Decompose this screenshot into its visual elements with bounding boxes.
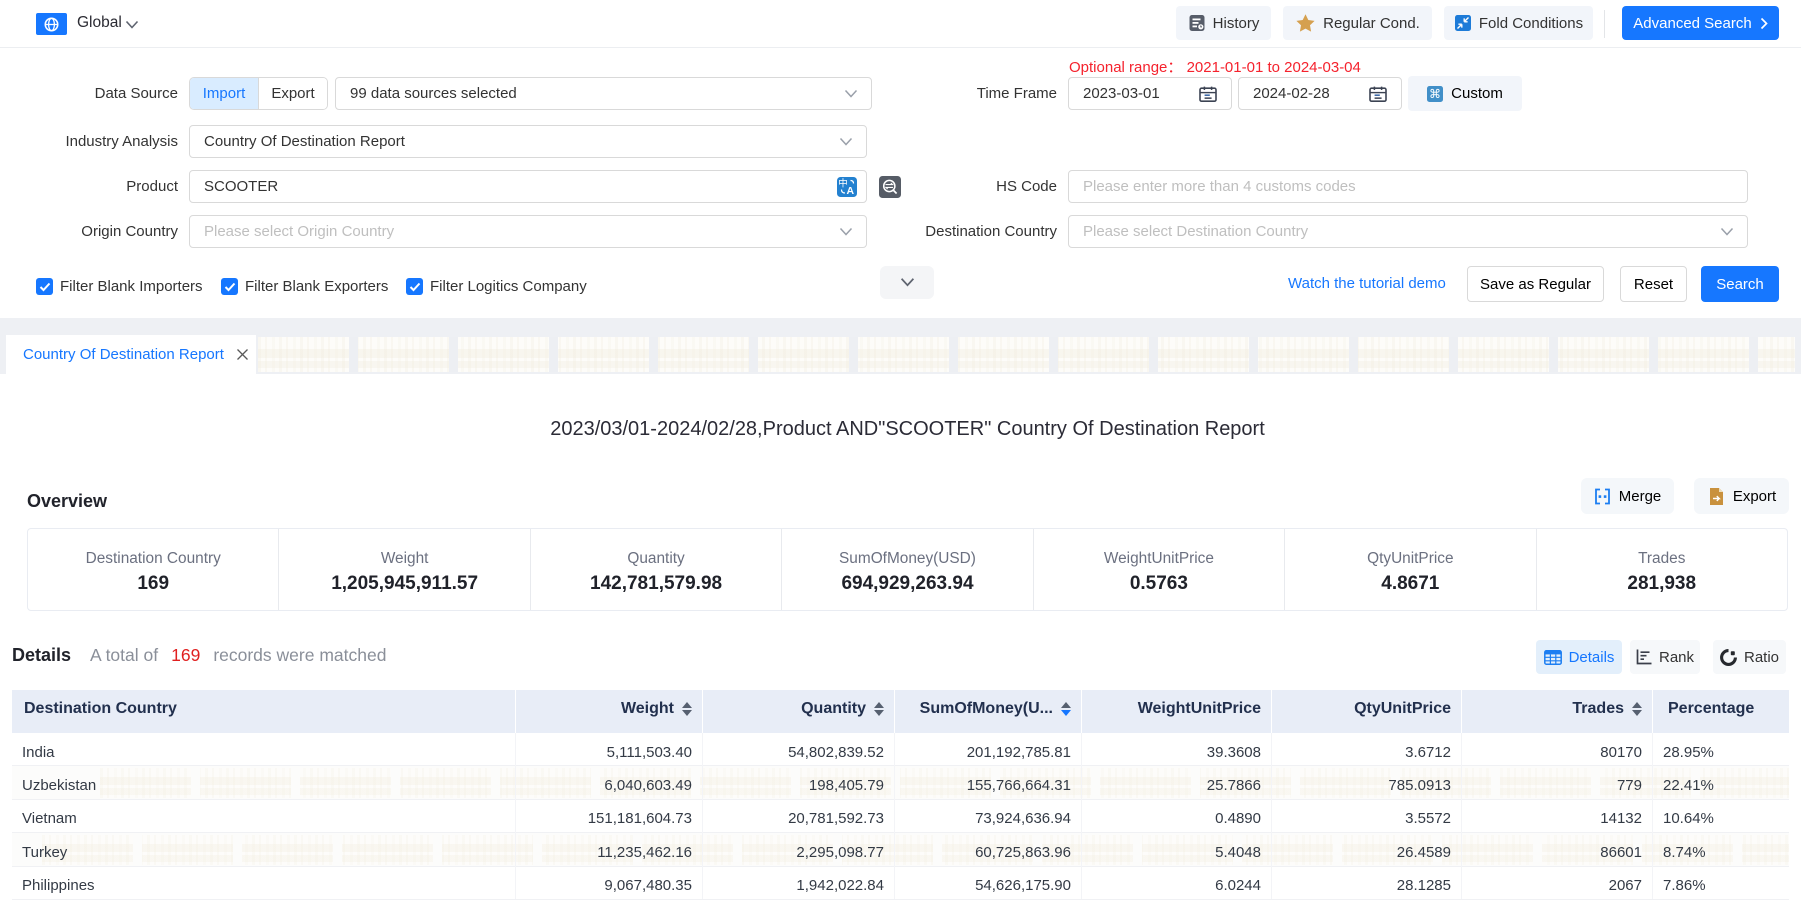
svg-text:A: A (847, 185, 855, 197)
svg-text:⌘: ⌘ (1429, 87, 1441, 101)
